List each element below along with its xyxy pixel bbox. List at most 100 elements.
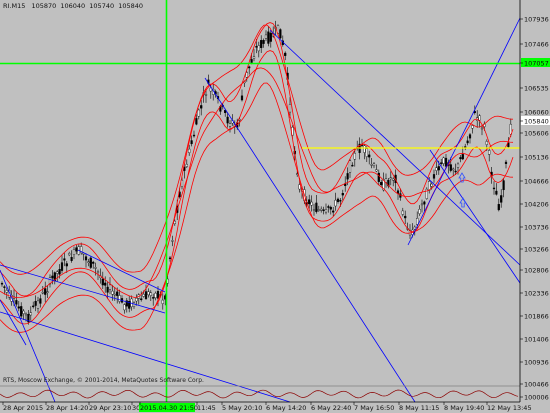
ohlc-open: 105870: [31, 2, 56, 10]
candle-body: [173, 220, 176, 225]
candle-body: [334, 199, 337, 207]
candle-body: [370, 164, 373, 166]
candle-body: [34, 300, 37, 306]
candle-body: [240, 95, 244, 101]
candle-body: [315, 202, 318, 213]
candle-body: [404, 215, 407, 219]
candle-body: [380, 182, 383, 186]
candle-body: [195, 118, 198, 125]
candle-body: [20, 306, 23, 317]
ohlc-close: 105840: [118, 2, 143, 10]
chart-window[interactable]: 107936 107466 107057 106535 106060 105840 1056…: [0, 0, 550, 413]
price-label: 102806: [524, 266, 549, 274]
candle-body: [36, 300, 40, 309]
ohlc-low: 105740: [89, 2, 114, 10]
symbol-header: RI.M15 105870 106040 105740 105840: [3, 2, 143, 10]
candle-body: [269, 32, 272, 42]
candle-body: [3, 286, 6, 288]
price-label: 102336: [524, 289, 549, 297]
price-label: 103736: [524, 223, 549, 231]
candle-body: [471, 125, 474, 129]
candle-body: [154, 292, 157, 299]
candle-body: [317, 209, 320, 211]
candle-body: [44, 288, 47, 295]
candle-body: [123, 304, 126, 311]
time-label: 28 Apr 14:20: [46, 404, 88, 412]
candle-body: [336, 198, 340, 202]
price-label: 101406: [524, 335, 549, 343]
candle-body: [250, 59, 253, 63]
candle-body: [310, 201, 313, 206]
time-label: 6 May 14:20: [266, 404, 306, 412]
candle-body: [480, 127, 484, 130]
candle-body: [375, 169, 378, 172]
candle-body: [75, 247, 78, 252]
candle-body: [264, 34, 268, 39]
candle-body: [454, 170, 457, 173]
candle-body: [89, 257, 92, 268]
price-label: 105840: [524, 117, 549, 125]
candle-body: [449, 164, 452, 171]
candle-body: [423, 201, 426, 205]
candle-body: [363, 145, 366, 153]
candle-body: [348, 160, 352, 173]
time-label: 2015.04.30 21:50: [140, 404, 198, 412]
candle-body: [322, 209, 325, 211]
candle-body: [452, 168, 455, 171]
candle-body: [365, 148, 368, 157]
candle-body: [72, 249, 76, 255]
candle-body: [144, 291, 148, 299]
candle-body: [416, 218, 419, 225]
candle-body: [46, 291, 49, 293]
price-label: 106060: [524, 108, 549, 116]
candle-body: [320, 208, 323, 211]
time-label: 5 May 20:10: [222, 404, 262, 412]
plot-area[interactable]: [0, 0, 520, 402]
candle-body: [168, 257, 172, 260]
candle-body: [192, 134, 196, 137]
candle-body: [255, 46, 258, 48]
candle-body: [444, 157, 448, 167]
candle-body: [466, 140, 469, 144]
time-label: 29 Apr 23:10: [89, 404, 131, 412]
candle-body: [142, 294, 145, 297]
price-label: 104666: [524, 177, 549, 185]
candle-body: [96, 271, 100, 273]
candle-body: [418, 209, 421, 214]
candle-body: [377, 172, 380, 182]
candle-body: [504, 161, 508, 165]
candle-body: [245, 72, 248, 78]
candle-body: [204, 94, 208, 96]
candle-body: [17, 306, 20, 309]
candle-body: [65, 263, 68, 267]
candle-body: [41, 291, 44, 294]
candle-body: [420, 203, 424, 206]
candle-body: [257, 45, 260, 52]
time-label: 28 Apr 2015: [3, 404, 43, 412]
candle-body: [24, 313, 28, 316]
candle-body: [262, 40, 265, 44]
candle-body: [188, 148, 191, 153]
time-label: 7 May 16:50: [354, 404, 394, 412]
price-label: 105136: [524, 153, 549, 161]
candle-body: [171, 240, 174, 242]
price-label: 101866: [524, 312, 549, 320]
symbol-label: RI.M15: [3, 2, 25, 10]
candle-body: [200, 105, 203, 109]
candle-body: [39, 298, 42, 304]
candle-body: [113, 293, 116, 296]
candle-body: [60, 262, 64, 271]
candle-body: [147, 291, 150, 296]
candle-body: [101, 278, 104, 286]
candle-body: [437, 166, 440, 171]
candle-body: [190, 140, 193, 145]
candle-body: [288, 104, 292, 113]
candle-body: [197, 109, 200, 117]
price-label: 103266: [524, 245, 549, 253]
ohlc-high: 106040: [60, 2, 85, 10]
time-label: 8 May 11:15: [399, 404, 439, 412]
time-axis-labels: 28 Apr 201528 Apr 14:2029 Apr 23:1030 Ap…: [2, 402, 532, 412]
candle-body: [135, 298, 138, 302]
price-label: 107057: [524, 59, 549, 67]
candle-body: [87, 261, 90, 263]
